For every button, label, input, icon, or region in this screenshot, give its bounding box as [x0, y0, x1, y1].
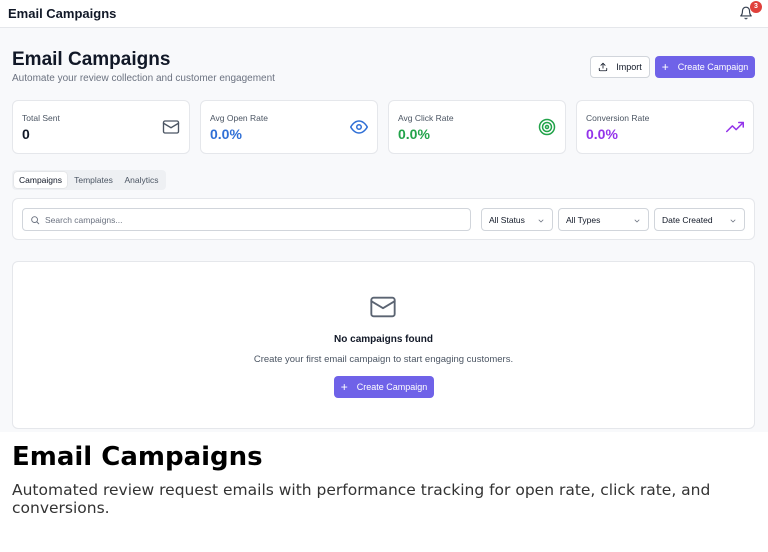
mail-icon [369, 293, 397, 321]
empty-create-campaign-label: Create Campaign [356, 382, 428, 392]
empty-state-title: No campaigns found [334, 334, 433, 345]
page-title: Email Campaigns [12, 49, 171, 70]
status-select-value: All Status [489, 215, 525, 225]
tab-templates[interactable]: Templates [69, 172, 118, 188]
upload-icon [599, 62, 608, 72]
plus-icon: + [661, 60, 669, 74]
eye-icon [350, 118, 368, 136]
notification-badge: 3 [750, 1, 762, 13]
stat-card-total-sent: Total Sent 0 [12, 100, 190, 154]
chevron-down-icon [538, 219, 544, 223]
stat-card-conversion-rate: Conversion Rate 0.0% [576, 100, 754, 154]
target-icon [538, 118, 556, 136]
chevron-down-icon [634, 219, 640, 223]
sort-select-value: Date Created [662, 215, 713, 225]
tab-campaigns[interactable]: Campaigns [14, 172, 67, 188]
tab-bar: Campaigns Templates Analytics [12, 170, 166, 190]
trending-up-icon [726, 118, 744, 136]
stat-label: Conversion Rate [586, 113, 650, 123]
page-subtitle: Automate your review collection and cust… [12, 73, 275, 84]
stat-value: 0.0% [586, 126, 618, 142]
empty-state-panel: No campaigns found Create your first ema… [12, 261, 755, 429]
mail-icon [162, 118, 180, 136]
search-input[interactable] [45, 212, 465, 228]
import-button[interactable]: Import [590, 56, 650, 78]
empty-state-subtitle: Create your first email campaign to star… [253, 354, 514, 365]
status-select[interactable]: All Status [481, 208, 553, 231]
stat-card-open-rate: Avg Open Rate 0.0% [200, 100, 378, 154]
stat-label: Avg Click Rate [398, 113, 454, 123]
top-bar: Email Campaigns 3 [0, 0, 768, 28]
stat-value: 0.0% [210, 126, 242, 142]
empty-create-campaign-button[interactable]: + Create Campaign [334, 376, 434, 398]
stat-value: 0 [22, 126, 30, 142]
tab-analytics[interactable]: Analytics [119, 172, 164, 188]
create-campaign-button[interactable]: + Create Campaign [655, 56, 755, 78]
caption-title: Email Campaigns [12, 442, 263, 472]
app-window: Email Campaigns 3 Email Campaigns Automa… [0, 0, 768, 432]
app-title: Email Campaigns [8, 6, 117, 21]
stat-value: 0.0% [398, 126, 430, 142]
caption-body: Automated review request emails with per… [12, 481, 711, 517]
filter-bar: All Status All Types Date Created [12, 198, 755, 240]
stat-card-click-rate: Avg Click Rate 0.0% [388, 100, 566, 154]
stat-label: Total Sent [22, 113, 60, 123]
type-select[interactable]: All Types [558, 208, 649, 231]
stat-label: Avg Open Rate [210, 113, 268, 123]
type-select-value: All Types [566, 215, 601, 225]
search-icon [31, 216, 40, 225]
plus-icon: + [340, 380, 348, 394]
create-campaign-label: Create Campaign [677, 62, 749, 72]
search-box [22, 208, 471, 231]
sort-select[interactable]: Date Created [654, 208, 745, 231]
import-button-label: Import [616, 62, 642, 72]
chevron-down-icon [730, 219, 736, 223]
notifications-button[interactable]: 3 [739, 1, 762, 22]
